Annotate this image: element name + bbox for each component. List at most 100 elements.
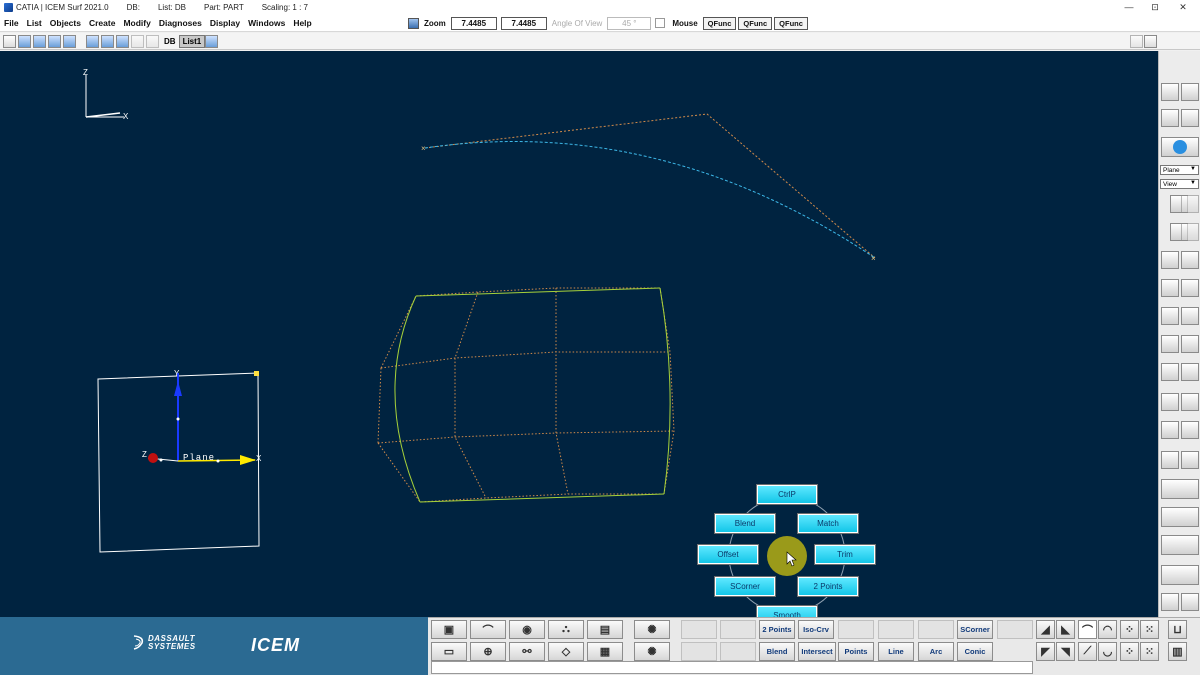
dots-icon-4[interactable]: ⁙ — [1140, 642, 1159, 661]
open-folder-icon[interactable]: ▭ — [431, 642, 467, 661]
menu-windows[interactable]: Windows — [244, 18, 289, 28]
zoom-value-input-2[interactable]: 7.4485 — [500, 16, 547, 30]
radial-blend-button[interactable]: Blend — [714, 513, 776, 534]
zoom-icon[interactable] — [408, 17, 419, 29]
pan-icon[interactable] — [1181, 363, 1199, 381]
save-icon[interactable] — [33, 34, 46, 48]
eraser-icon[interactable]: ◇ — [548, 642, 584, 661]
paste-icon[interactable] — [116, 34, 129, 48]
radial-match-button[interactable]: Match — [797, 513, 859, 534]
dots-icon-3[interactable]: ⁘ — [1120, 642, 1139, 661]
menu-modify[interactable]: Modify — [119, 18, 154, 28]
surface-icon-4[interactable]: ◥ — [1056, 642, 1075, 661]
view-cube-icon[interactable] — [1161, 109, 1179, 127]
folder-icon[interactable]: ▤ — [587, 620, 623, 639]
curve-end-point-icon[interactable]: × — [871, 254, 876, 263]
dots-icon-1[interactable]: ⁘ — [1120, 620, 1139, 639]
undo-icon[interactable] — [131, 34, 144, 48]
globe-view-icon[interactable] — [1161, 535, 1199, 555]
view-z-icon[interactable] — [1161, 279, 1179, 297]
menu-display[interactable]: Display — [206, 18, 244, 28]
menu-objects[interactable]: Objects — [46, 18, 85, 28]
radial-2-points-button[interactable]: 2 Points — [797, 576, 859, 597]
curve-start-point-icon[interactable]: × — [421, 144, 426, 153]
plane-origin-z-handle[interactable] — [148, 453, 158, 463]
toolbar-scroll-right-icon[interactable] — [1130, 34, 1143, 48]
plane-select[interactable]: Plane ▼ — [1160, 165, 1199, 175]
dynamic-view-icon[interactable] — [1161, 137, 1199, 157]
blend-button[interactable]: Blend — [759, 642, 795, 661]
shading-icon[interactable] — [1161, 83, 1179, 101]
reflection-icon[interactable] — [1181, 83, 1199, 101]
3d-viewport[interactable]: Z X × × Y Z X Plane CtrlP Blend Match Of… — [0, 51, 1158, 617]
eye-icon[interactable]: ◉ — [509, 620, 545, 639]
toolbar-menu-icon[interactable] — [1144, 34, 1157, 48]
chain-icon[interactable]: ⚯ — [509, 642, 545, 661]
view-zy-icon[interactable] — [1181, 251, 1199, 269]
list-tag[interactable]: List1 — [178, 34, 206, 48]
open-file-icon[interactable] — [18, 34, 31, 48]
curve-icon-1[interactable]: ⌒ — [1078, 620, 1097, 639]
radial-smooth-button[interactable]: Smooth — [756, 605, 818, 617]
fit-all-icon[interactable] — [1181, 451, 1199, 469]
hierarchy-icon[interactable]: ⛬ — [548, 620, 584, 639]
menu-diagnoses[interactable]: Diagnoses — [155, 18, 206, 28]
points-button[interactable]: Points — [838, 642, 874, 661]
view-y-icon[interactable] — [1161, 251, 1179, 269]
surface-patch[interactable] — [377, 287, 675, 503]
surface-icon-2[interactable]: ◣ — [1056, 620, 1075, 639]
qfunc-button-2[interactable]: QFunc — [738, 16, 773, 30]
box-view-icon[interactable] — [1161, 335, 1179, 353]
radial-ctrlp-button[interactable]: CtrlP — [756, 484, 818, 505]
move-icon[interactable] — [1161, 593, 1179, 611]
view-zx-alt-icon[interactable] — [1181, 195, 1199, 213]
intersect-button[interactable]: Intersect — [798, 642, 836, 661]
light-bulb-icon[interactable] — [1181, 335, 1199, 353]
cut-icon[interactable] — [86, 34, 99, 48]
eye-alt-icon[interactable] — [1181, 421, 1199, 439]
curve-icon-3[interactable]: ⟋ — [1078, 642, 1097, 661]
network-icon[interactable]: ✺ — [634, 620, 670, 639]
fit-zoom-icon[interactable] — [1161, 451, 1179, 469]
angle-reset-icon[interactable] — [655, 18, 666, 28]
frame-view-icon[interactable] — [1161, 479, 1199, 499]
radial-scorner-button[interactable]: SCorner — [714, 576, 776, 597]
move-alt-icon[interactable] — [1181, 593, 1199, 611]
save-as-icon[interactable] — [48, 34, 61, 48]
view-select[interactable]: View ▼ — [1160, 179, 1199, 189]
tools-icon[interactable] — [1161, 507, 1199, 527]
magnifier-icon[interactable] — [1161, 565, 1199, 585]
network-5-icon[interactable]: ✺ — [634, 642, 670, 661]
qfunc-button-1[interactable]: QFunc — [702, 16, 737, 30]
view-zy-alt-icon[interactable] — [1181, 279, 1199, 297]
surface-icon-3[interactable]: ◤ — [1036, 642, 1055, 661]
dots-icon-2[interactable]: ⁙ — [1140, 620, 1159, 639]
qfunc-button-3[interactable]: QFunc — [774, 16, 808, 30]
curve-icon-2[interactable]: ◠ — [1098, 620, 1117, 639]
light-icon[interactable] — [1181, 109, 1199, 127]
view-yx-alt-icon[interactable] — [1181, 223, 1199, 241]
arc-button[interactable]: Arc — [918, 642, 954, 661]
menu-file[interactable]: File — [0, 18, 23, 28]
layers-icon[interactable]: ▥ — [1168, 642, 1187, 661]
menu-create[interactable]: Create — [85, 18, 119, 28]
print-icon[interactable] — [63, 34, 76, 48]
eye-view-icon[interactable] — [1161, 421, 1179, 439]
conic-button[interactable]: Conic — [957, 642, 993, 661]
copy-icon[interactable] — [101, 34, 114, 48]
line-button[interactable]: Line — [878, 642, 914, 661]
scorner-button[interactable]: SCorner — [957, 620, 993, 639]
menu-help[interactable]: Help — [289, 18, 315, 28]
radial-trim-button[interactable]: Trim — [814, 544, 876, 565]
redo-icon[interactable] — [146, 34, 159, 48]
object-select-icon[interactable]: ▣ — [431, 620, 467, 639]
radial-offset-button[interactable]: Offset — [697, 544, 759, 565]
plane-object[interactable]: Y Z X Plane — [97, 369, 262, 553]
rotate-alt-icon[interactable] — [1181, 307, 1199, 325]
turn-icon[interactable] — [1161, 363, 1179, 381]
list-switch-icon[interactable] — [205, 34, 219, 48]
command-line-input[interactable] — [431, 661, 1033, 674]
curve-icon-4[interactable]: ◡ — [1098, 642, 1117, 661]
curve-tools-icon[interactable]: ⌒ — [470, 620, 506, 639]
cross-section-icon[interactable]: ⊕ — [470, 642, 506, 661]
